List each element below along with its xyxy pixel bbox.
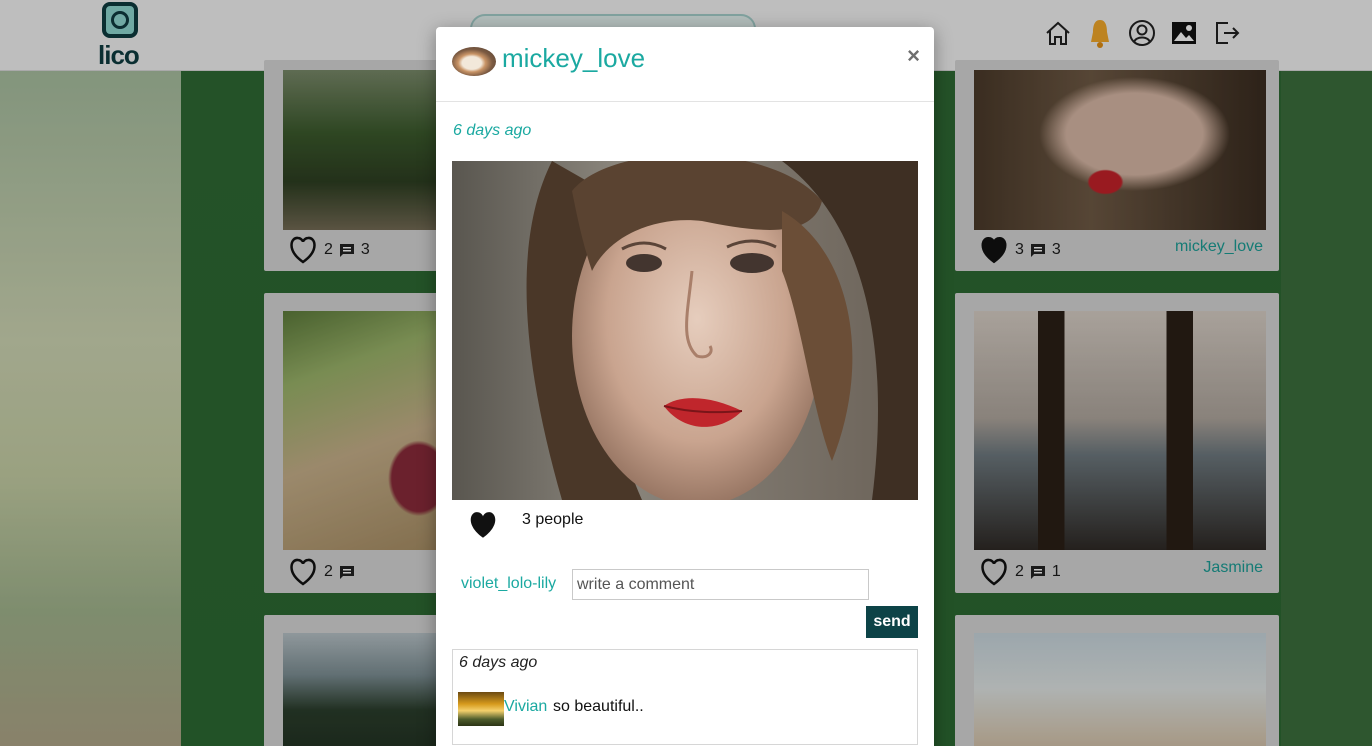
close-button[interactable]: ×: [907, 43, 920, 69]
comment-item: 6 days ago Vivian so beautiful..: [452, 649, 918, 745]
author-avatar[interactable]: [452, 47, 496, 76]
send-button[interactable]: send: [866, 606, 918, 638]
comment-input[interactable]: [572, 569, 869, 600]
comment-timestamp: 6 days ago: [459, 654, 538, 671]
comment-text: so beautiful..: [553, 698, 644, 715]
author-username[interactable]: mickey_love: [502, 43, 645, 74]
post-photo: [452, 161, 918, 500]
commenter-username[interactable]: Vivian: [504, 698, 547, 716]
post-timestamp: 6 days ago: [453, 122, 532, 139]
current-user-name[interactable]: violet_lolo-lily: [461, 575, 556, 593]
commenter-avatar[interactable]: [458, 692, 504, 726]
heart-filled-icon[interactable]: [467, 510, 499, 540]
portrait-image: [452, 161, 918, 500]
post-detail-modal: mickey_love × 6 days ago 3 people violet…: [436, 27, 934, 746]
likes-summary[interactable]: 3 people: [522, 511, 583, 529]
modal-header: mickey_love ×: [436, 27, 934, 102]
